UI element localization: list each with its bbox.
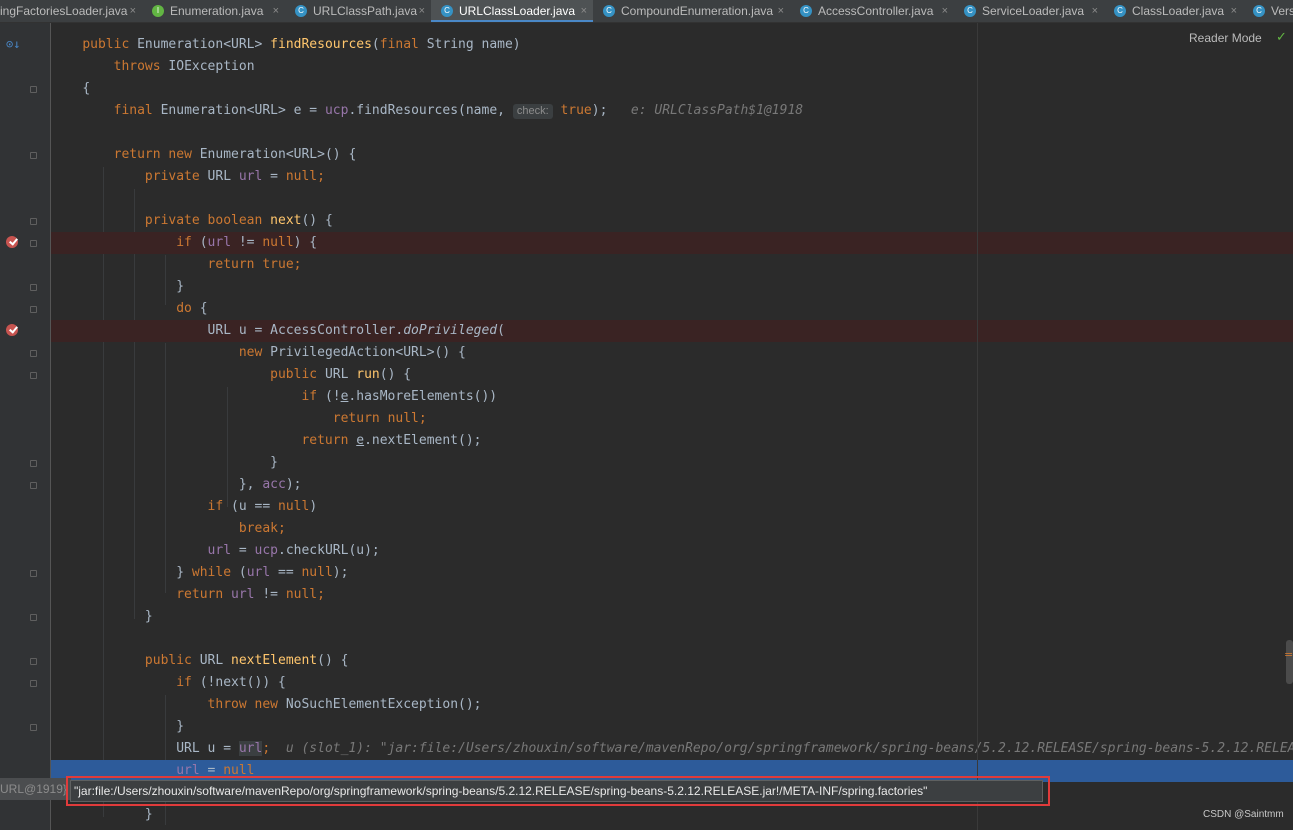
code-line: private boolean next() {	[144, 213, 333, 228]
code-line: if (!e.hasMoreElements())	[301, 389, 498, 404]
breakpoint-icon[interactable]	[6, 324, 18, 336]
debug-value-text[interactable]: "jar:file:/Users/zhouxin/software/mavenR…	[74, 783, 927, 800]
interface-icon: I	[152, 5, 164, 17]
class-icon: C	[295, 5, 307, 17]
close-icon[interactable]: ×	[419, 0, 425, 22]
breakpoint-icon[interactable]	[6, 236, 18, 248]
code-line: return e.nextElement();	[301, 433, 482, 448]
fold-marker-icon[interactable]	[30, 350, 37, 357]
tab-serviceloader[interactable]: C ServiceLoader.java ×	[954, 0, 1104, 22]
tab-label: AccessController.java	[818, 4, 934, 18]
editor-tab-bar: ingFactoriesLoader.java × I Enumeration.…	[0, 0, 1293, 23]
close-icon[interactable]: ×	[1231, 0, 1237, 22]
code-line-breakpoint: if (url != null) {	[51, 232, 1293, 254]
close-icon[interactable]: ×	[581, 0, 587, 22]
code-line: final Enumeration<URL> e = ucp.findResou…	[113, 103, 804, 119]
tab-label: Vers	[1271, 4, 1293, 18]
tab-springfactoriesloader[interactable]: ingFactoriesLoader.java ×	[0, 0, 142, 22]
code-line: } while (url == null);	[176, 565, 349, 580]
code-line: }	[144, 609, 153, 624]
fold-marker-icon[interactable]	[30, 152, 37, 159]
fold-marker-icon[interactable]	[30, 460, 37, 467]
tab-label: ClassLoader.java	[1132, 4, 1225, 18]
debug-value-tooltip[interactable]: "jar:file:/Users/zhouxin/software/mavenR…	[70, 780, 1043, 802]
class-icon: C	[1253, 5, 1265, 17]
fold-marker-icon[interactable]	[30, 240, 37, 247]
debug-value-prefix: URL@1919}	[0, 778, 71, 800]
tab-label: URLClassLoader.java	[459, 4, 576, 18]
tab-label: Enumeration.java	[170, 4, 264, 18]
class-icon: C	[603, 5, 615, 17]
debug-value-highlight: "jar:file:/Users/zhouxin/software/mavenR…	[66, 776, 1050, 806]
code-line: }	[270, 455, 278, 470]
reader-mode-button[interactable]: Reader Mode	[1189, 31, 1262, 45]
fold-marker-icon[interactable]	[30, 306, 37, 313]
fold-marker-icon[interactable]	[30, 570, 37, 577]
code-line-breakpoint: URL u = AccessController.doPrivileged(	[51, 320, 1293, 342]
watermark: CSDN @Saintmm	[1203, 809, 1284, 820]
code-line: return true;	[207, 257, 302, 272]
code-line: throw new NoSuchElementException();	[207, 697, 482, 712]
class-icon: C	[1114, 5, 1126, 17]
fold-marker-icon[interactable]	[30, 86, 37, 93]
code-line: }	[144, 807, 153, 822]
code-line: break;	[238, 521, 286, 536]
scrollbar-marker-icon: =	[1284, 648, 1293, 661]
code-editor[interactable]: public Enumeration<URL> findResources(fi…	[51, 23, 1293, 830]
tab-label: ServiceLoader.java	[982, 4, 1085, 18]
code-line: if (!next()) {	[176, 675, 286, 690]
close-icon[interactable]: ×	[130, 0, 136, 22]
fold-marker-icon[interactable]	[30, 724, 37, 731]
code-line: }	[176, 719, 185, 734]
fold-marker-icon[interactable]	[30, 284, 37, 291]
code-line: public URL run() {	[270, 367, 412, 382]
close-icon[interactable]: ×	[1092, 0, 1098, 22]
class-icon: C	[964, 5, 976, 17]
code-line: URL u = url; u (slot_1): "jar:file:/User…	[51, 738, 1293, 760]
inline-debug-value: u (slot_1): "jar:file:/Users/zhouxin/sof…	[285, 741, 1293, 756]
tab-accesscontroller[interactable]: C AccessController.java ×	[790, 0, 954, 22]
tab-compoundenumeration[interactable]: C CompoundEnumeration.java ×	[593, 0, 790, 22]
tab-enumeration[interactable]: I Enumeration.java ×	[142, 0, 285, 22]
close-icon[interactable]: ×	[942, 0, 948, 22]
class-icon: C	[800, 5, 812, 17]
code-line: return new Enumeration<URL>() {	[113, 147, 357, 162]
scrollbar-thumb[interactable]	[1286, 640, 1293, 684]
tab-urlclasspath[interactable]: C URLClassPath.java ×	[285, 0, 431, 22]
fold-marker-icon[interactable]	[30, 614, 37, 621]
code-line: new PrivilegedAction<URL>() {	[238, 345, 466, 360]
code-line: private URL url = null;	[144, 169, 325, 184]
code-line: throws IOException	[113, 59, 255, 74]
code-line: if (u == null)	[207, 499, 318, 514]
code-line: }, acc);	[238, 477, 302, 492]
fold-marker-icon[interactable]	[30, 658, 37, 665]
inline-debug-value: e: URLClassPath$1@1918	[630, 103, 804, 118]
code-line: }	[176, 279, 185, 294]
class-icon: C	[441, 5, 453, 17]
tab-label: ingFactoriesLoader.java	[0, 4, 128, 18]
code-line: public URL nextElement() {	[144, 653, 349, 668]
tab-urlclassloader[interactable]: C URLClassLoader.java ×	[431, 0, 593, 22]
code-line: public Enumeration<URL> findResources(fi…	[82, 37, 521, 52]
tab-classloader[interactable]: C ClassLoader.java ×	[1104, 0, 1243, 22]
code-line: return null;	[332, 411, 427, 426]
implements-method-icon[interactable]: ⊙↓	[6, 37, 20, 51]
tab-label: CompoundEnumeration.java	[621, 4, 774, 18]
close-icon[interactable]: ×	[778, 0, 784, 22]
fold-marker-icon[interactable]	[30, 372, 37, 379]
tab-version[interactable]: C Vers	[1243, 0, 1293, 22]
editor-gutter[interactable]: ⊙↓	[0, 23, 51, 830]
inspection-ok-icon[interactable]: ✓	[1276, 30, 1287, 45]
code-line: return url != null;	[176, 587, 325, 602]
code-line: do {	[176, 301, 208, 316]
right-margin-guide	[977, 23, 978, 830]
fold-marker-icon[interactable]	[30, 482, 37, 489]
tab-label: URLClassPath.java	[313, 4, 418, 18]
fold-marker-icon[interactable]	[30, 680, 37, 687]
code-line: {	[82, 81, 91, 96]
code-line: url = ucp.checkURL(u);	[207, 543, 380, 558]
close-icon[interactable]: ×	[273, 0, 279, 22]
fold-marker-icon[interactable]	[30, 218, 37, 225]
parameter-hint: check:	[512, 104, 553, 119]
